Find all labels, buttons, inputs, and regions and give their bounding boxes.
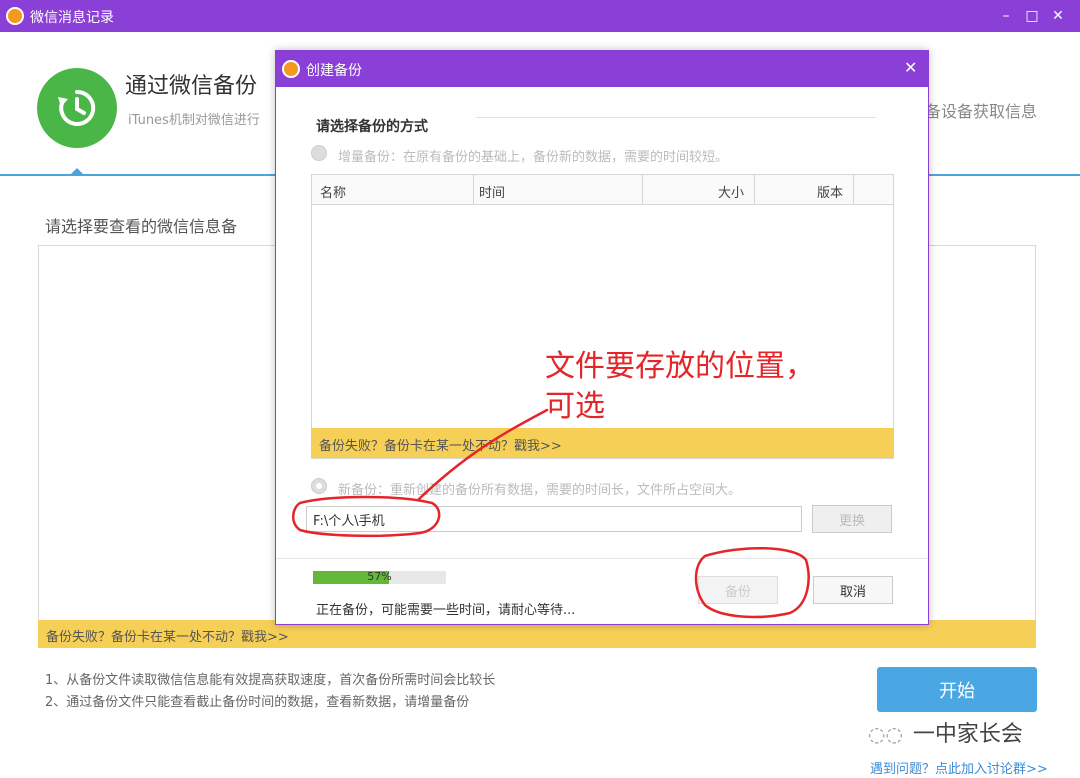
minimize-button[interactable]: – bbox=[995, 6, 1017, 26]
create-backup-dialog: 创建备份 ✕ 请选择备份的方式 增量备份：在原有备份的基础上，备份新的数据，需要… bbox=[275, 50, 929, 625]
maximize-button[interactable]: □ bbox=[1021, 6, 1043, 26]
note-item: 1、从备份文件读取微信信息能有效提高获取速度，首次备份所需时间会比较长 bbox=[45, 673, 496, 688]
column-divider bbox=[473, 175, 474, 205]
new-backup-option-label: 新备份：重新创建的备份所有数据，需要的时间长，文件所占空间大。 bbox=[338, 483, 742, 498]
backup-button[interactable]: 备份 bbox=[698, 576, 778, 604]
column-divider bbox=[754, 175, 755, 205]
column-header-time: 时间 bbox=[479, 186, 506, 201]
dialog-titlebar: 创建备份 ✕ bbox=[276, 51, 928, 87]
cancel-button[interactable]: 取消 bbox=[813, 576, 893, 604]
column-divider bbox=[853, 175, 854, 205]
header-right-text: 备设备获取信息 bbox=[925, 102, 1038, 121]
table-header: 名称 时间 大小 版本 bbox=[312, 175, 893, 205]
column-divider bbox=[642, 175, 643, 205]
help-link[interactable]: 遇到问题？点此加入讨论群>> bbox=[870, 758, 1048, 777]
dialog-close-button[interactable]: ✕ bbox=[904, 58, 917, 77]
annotation-text: 文件要存放的位置， 可选 bbox=[545, 347, 815, 427]
dialog-logo-icon bbox=[282, 60, 300, 78]
column-header-version: 版本 bbox=[817, 186, 844, 201]
main-titlebar: 微信消息记录 – □ ✕ bbox=[0, 0, 1080, 32]
history-clock-icon bbox=[37, 68, 117, 148]
annotation-line-2: 可选 bbox=[545, 389, 605, 424]
header-title: 通过微信备份 bbox=[125, 74, 258, 99]
progress-label: 57% bbox=[367, 570, 392, 583]
change-path-button[interactable]: 更换 bbox=[812, 505, 892, 533]
header-subtitle: iTunes机制对微信进行 bbox=[128, 113, 260, 128]
watermark: ◌◌ 一中家长会 bbox=[868, 716, 1023, 748]
incremental-option-label: 增量备份：在原有备份的基础上，备份新的数据，需要的时间较短。 bbox=[338, 150, 729, 165]
wechat-watermark-icon: ◌◌ bbox=[868, 722, 903, 746]
notes: 1、从备份文件读取微信信息能有效提高获取速度，首次备份所需时间会比较长 2、通过… bbox=[45, 670, 495, 714]
heading-divider bbox=[476, 117, 876, 118]
column-header-name: 名称 bbox=[320, 186, 347, 201]
backup-path-input[interactable] bbox=[306, 506, 802, 532]
start-button[interactable]: 开始 bbox=[877, 667, 1037, 712]
close-button[interactable]: ✕ bbox=[1047, 6, 1069, 26]
dialog-warning-link[interactable]: 备份失败？备份卡在某一处不动？戳我>> bbox=[311, 428, 894, 458]
backup-progress-bar: 57% bbox=[313, 570, 446, 584]
dialog-heading: 请选择备份的方式 bbox=[316, 119, 428, 135]
new-backup-radio[interactable] bbox=[311, 478, 327, 494]
column-header-size: 大小 bbox=[718, 186, 745, 201]
note-item: 2、通过备份文件只能查看截止备份时间的数据，查看新数据，请增量备份 bbox=[45, 695, 470, 710]
dialog-divider bbox=[276, 558, 928, 559]
app-title: 微信消息记录 bbox=[30, 10, 114, 26]
dialog-title: 创建备份 bbox=[306, 63, 362, 79]
choose-backup-label: 请选择要查看的微信信息备 bbox=[45, 217, 238, 236]
annotation-line-1: 文件要存放的位置， bbox=[545, 349, 815, 384]
backup-status-text: 正在备份，可能需要一些时间，请耐心等待... bbox=[316, 603, 576, 618]
watermark-text: 一中家长会 bbox=[912, 722, 1023, 747]
header-caret-icon bbox=[70, 168, 84, 175]
app-logo-icon bbox=[6, 7, 24, 25]
incremental-radio[interactable] bbox=[311, 145, 327, 161]
